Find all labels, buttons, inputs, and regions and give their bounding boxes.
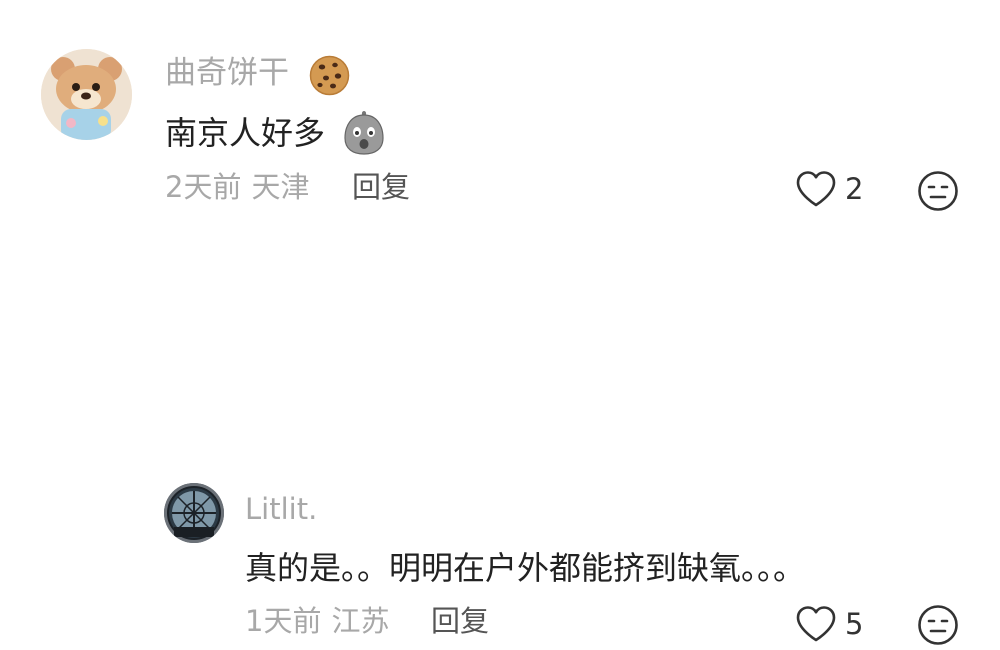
comment-meta: 1天前 江苏 xyxy=(245,607,389,636)
frown-face-icon xyxy=(918,171,958,211)
dislike-button[interactable] xyxy=(917,604,959,646)
heart-outline-icon xyxy=(796,171,836,207)
reply-button[interactable]: 回复 xyxy=(431,607,489,636)
timestamp: 2天前 xyxy=(165,170,242,204)
dislike-button[interactable] xyxy=(917,170,959,212)
username[interactable]: 曲奇饼干 xyxy=(165,58,289,89)
like-button[interactable]: 5 xyxy=(795,605,863,643)
clock-window-avatar-icon xyxy=(164,483,224,543)
frown-face-icon xyxy=(918,605,958,645)
heart-outline-icon xyxy=(796,606,836,642)
timestamp: 1天前 xyxy=(245,604,322,638)
bear-avatar-icon xyxy=(41,49,132,140)
like-count: 2 xyxy=(845,171,864,206)
shocked-face-icon xyxy=(343,108,385,156)
location: 江苏 xyxy=(331,604,390,638)
reply-button[interactable]: 回复 xyxy=(352,173,410,202)
like-button[interactable]: 2 xyxy=(795,170,863,208)
reply-comment-item: Litlit. 真的是。。明明在户外都能挤到缺氧。。。 1天前 江苏 回复 5 xyxy=(0,240,1000,645)
like-count: 5 xyxy=(845,606,864,641)
cookie-icon xyxy=(309,55,350,96)
avatar[interactable] xyxy=(164,483,224,543)
username[interactable]: Litlit. xyxy=(245,495,317,524)
avatar[interactable] xyxy=(41,49,132,140)
comment-text: 南京人好多 xyxy=(165,114,326,152)
comment-text: 真的是。。明明在户外都能挤到缺氧。。。 xyxy=(245,549,806,587)
comment-item: 曲奇饼干 南京人好多 2天前 天津 回复 2 xyxy=(0,0,1000,240)
location: 天津 xyxy=(251,170,310,204)
comment-meta: 2天前 天津 xyxy=(165,173,309,202)
